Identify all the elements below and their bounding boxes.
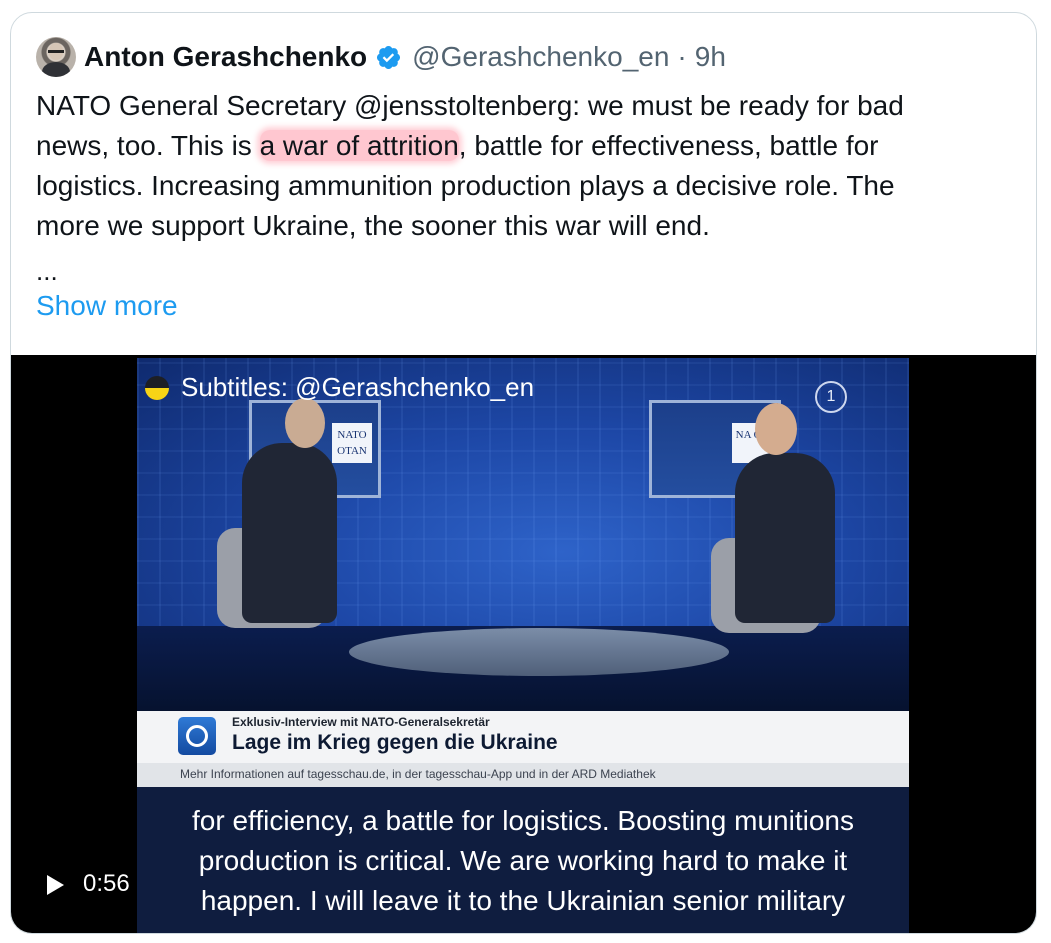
video-player[interactable]: NATO OTAN NA OT Subtitles: @Gerashchenko… xyxy=(11,355,1036,933)
tweet-header: Anton Gerashchenko @Gerashchenko_en · 9h xyxy=(84,40,726,74)
verified-badge-icon xyxy=(377,45,401,69)
video-duration: 0:56 xyxy=(83,870,130,897)
subtitle-credit: Subtitles: @Gerashchenko_en xyxy=(145,372,534,403)
tweet-line: NATO General Secretary @jensstoltenberg:… xyxy=(36,90,904,121)
tweet-line: more we support Ukraine, the sooner this… xyxy=(36,210,710,241)
lower-third-kicker: Exklusiv-Interview mit NATO-Generalsekre… xyxy=(232,715,490,729)
lower-third-info: Mehr Informationen auf tagesschau.de, in… xyxy=(180,767,656,781)
subtitle-credit-text: Subtitles: @Gerashchenko_en xyxy=(181,372,535,402)
author-avatar[interactable] xyxy=(36,37,76,77)
video-frame[interactable]: NATO OTAN NA OT Subtitles: @Gerashchenko… xyxy=(137,358,909,711)
ukraine-flag-icon xyxy=(145,375,169,400)
tweet-body: NATO General Secretary @jensstoltenberg:… xyxy=(36,86,1016,246)
news-lower-third: Exklusiv-Interview mit NATO-Generalsekre… xyxy=(137,711,909,787)
header-separator: · xyxy=(677,41,687,72)
interviewer-figure xyxy=(735,453,835,623)
tweet-timestamp[interactable]: 9h xyxy=(695,41,726,73)
avatar-glasses xyxy=(48,50,64,53)
play-icon[interactable] xyxy=(47,875,64,895)
tweet-line: news, too. This is a war of attrition, b… xyxy=(36,126,1016,166)
nato-logo-left: NATO OTAN xyxy=(332,423,372,463)
caption-panel: for efficiency, a battle for logistics. … xyxy=(137,787,909,933)
interviewee-figure xyxy=(242,443,337,623)
tagesschau-logo-icon xyxy=(178,717,216,755)
caption-line: production is critical. We are working h… xyxy=(198,845,848,876)
caption-line: for efficiency, a battle for logistics. … xyxy=(192,805,854,836)
avatar-body xyxy=(42,62,70,77)
highlighted-phrase: a war of attrition xyxy=(259,130,459,161)
tweet-line-segment: news, too. This is xyxy=(36,130,260,161)
tweet-line-segment: , battle for effectiveness, battle for xyxy=(458,130,879,161)
tweet-card[interactable]: Anton Gerashchenko @Gerashchenko_en · 9h… xyxy=(10,12,1037,934)
caption-line: happen. I will leave it to the Ukrainian… xyxy=(200,885,846,916)
author-handle[interactable]: @Gerashchenko_en xyxy=(412,41,669,73)
interviewer-head xyxy=(755,403,797,455)
channel-logo: 1 xyxy=(815,381,847,413)
show-more-link[interactable]: Show more xyxy=(36,286,178,326)
lower-third-title: Lage im Krieg gegen die Ukraine xyxy=(232,731,558,754)
author-name[interactable]: Anton Gerashchenko xyxy=(84,41,367,73)
studio-table xyxy=(349,628,729,676)
truncation-ellipsis: ... xyxy=(36,256,58,286)
interviewee-head xyxy=(285,398,325,448)
tweet-line: logistics. Increasing ammunition product… xyxy=(36,170,895,201)
